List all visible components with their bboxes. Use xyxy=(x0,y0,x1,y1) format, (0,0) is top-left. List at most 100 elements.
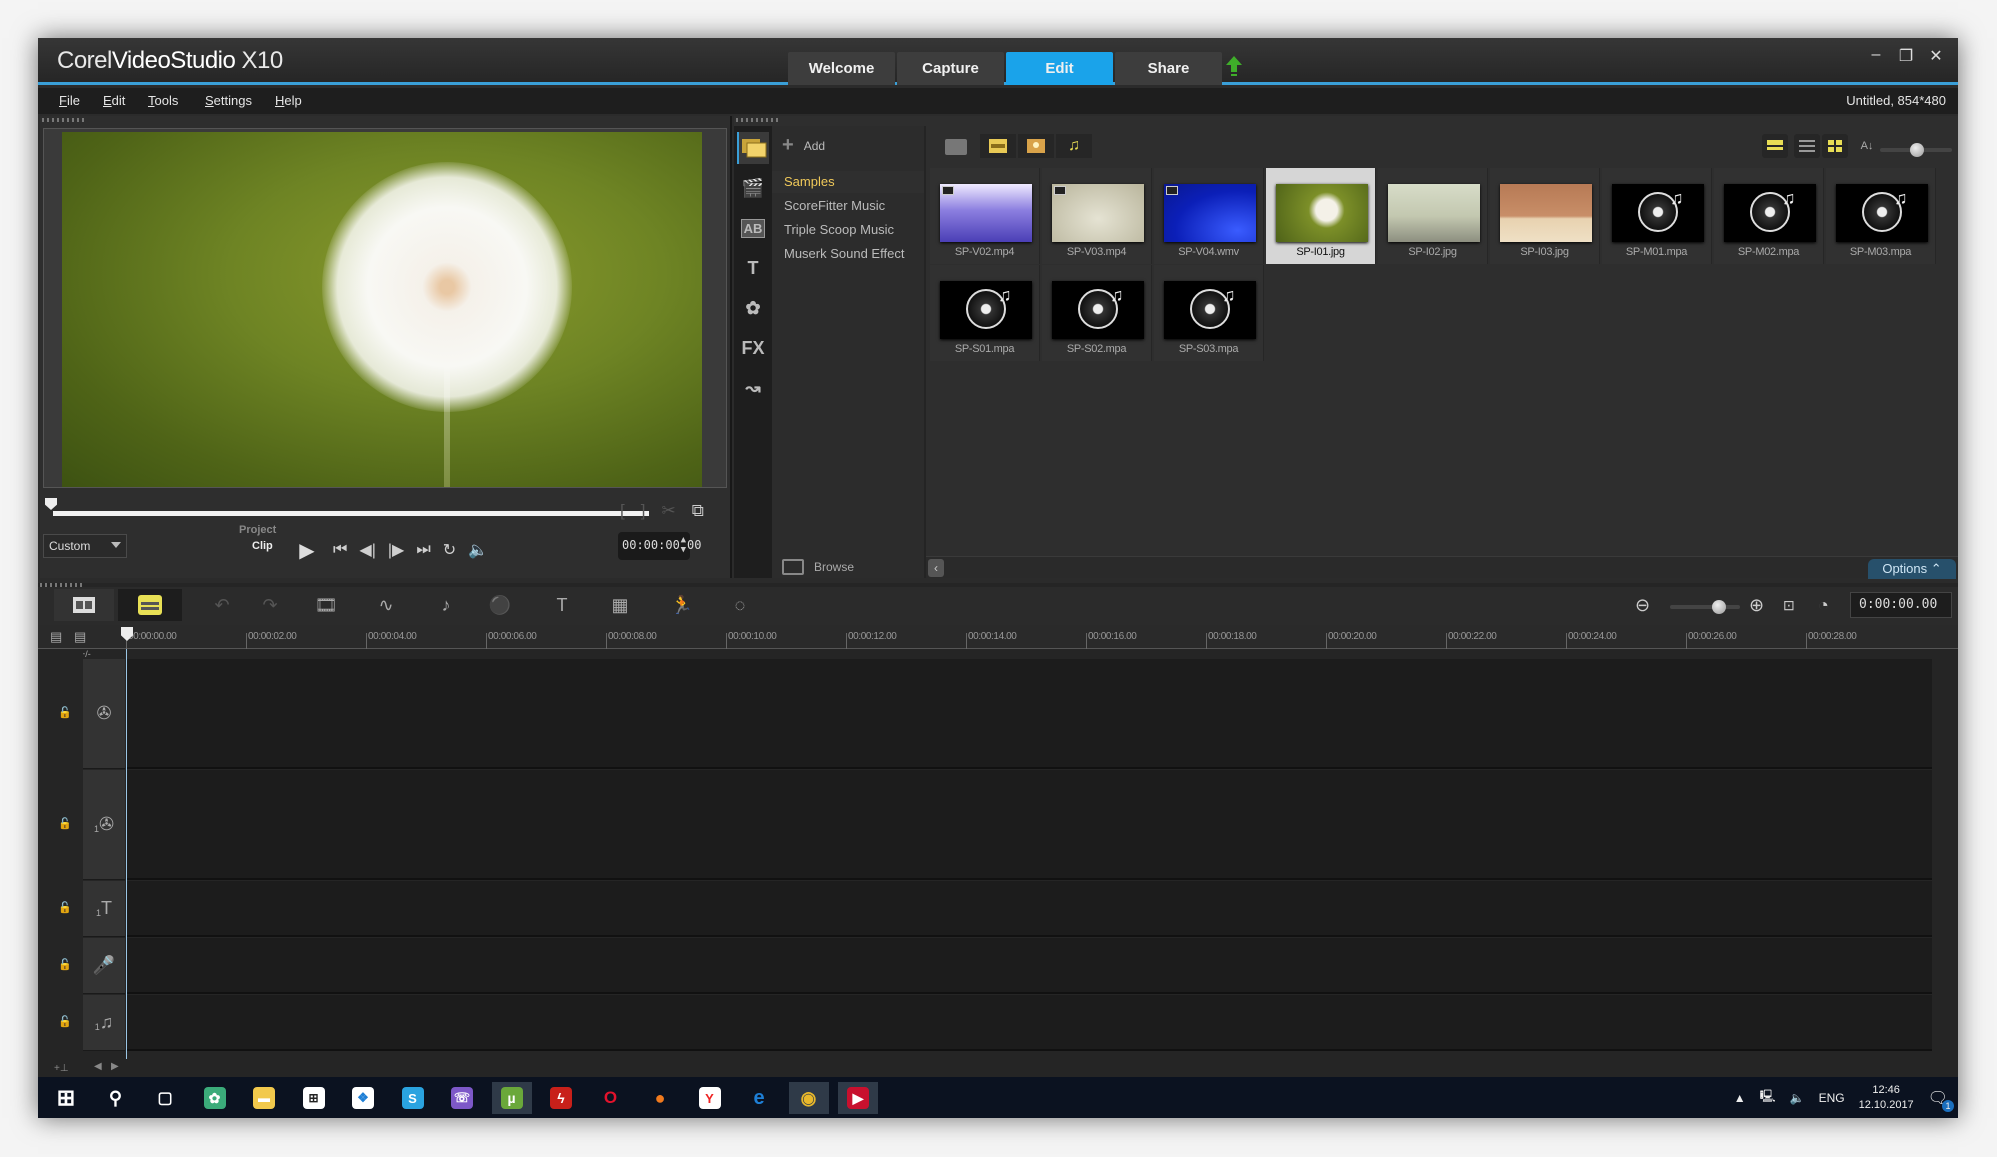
record-capture-icon[interactable]: 🎞 xyxy=(304,589,348,621)
timeline-zoom-slider[interactable] xyxy=(1670,600,1740,614)
folder-scorefitter-music[interactable]: ScoreFitter Music xyxy=(772,195,924,217)
menu-edit[interactable]: Edit xyxy=(103,93,125,108)
repeat-button[interactable]: ↻ xyxy=(443,540,456,560)
taskbar-skype[interactable]: S xyxy=(393,1082,433,1114)
library-item[interactable]: SP-I02.jpg xyxy=(1378,168,1488,264)
preview-mode-select[interactable]: Custom xyxy=(43,534,127,558)
mark-in-icon[interactable]: [ xyxy=(620,501,625,521)
title-track-header[interactable]: 1T xyxy=(83,881,125,937)
project-mode-label[interactable]: Project xyxy=(239,524,276,536)
list-view-button[interactable] xyxy=(1794,134,1820,158)
taskbar-clock[interactable]: 12:46 12.10.2017 xyxy=(1859,1083,1914,1113)
action-center-icon[interactable]: 🗨 1 xyxy=(1928,1088,1954,1112)
voice-track-header[interactable]: 🎤 xyxy=(83,938,125,994)
menu-settings[interactable]: Settings xyxy=(205,93,252,108)
overlay-track[interactable] xyxy=(126,770,1932,880)
overlay-track-header[interactable]: 1 ✇ xyxy=(83,770,125,880)
library-item[interactable]: SP-V04.wmv xyxy=(1154,168,1264,264)
options-button[interactable]: Options ⌃ xyxy=(1868,559,1956,579)
media-category-icon[interactable] xyxy=(737,132,769,164)
browse-button[interactable]: Browse xyxy=(782,559,854,575)
taskbar-yandex[interactable]: Y xyxy=(690,1082,730,1114)
mask-creator-icon[interactable]: ◌ xyxy=(718,589,762,621)
multi-camera-icon[interactable]: ▦ xyxy=(598,589,642,621)
mark-out-icon[interactable]: ] xyxy=(641,501,646,521)
taskbar-edge[interactable]: e xyxy=(739,1082,779,1114)
previous-frame-button[interactable]: ◀| xyxy=(359,540,375,560)
taskbar-viber[interactable]: ☏ xyxy=(442,1082,482,1114)
slider-knob[interactable] xyxy=(1910,143,1924,157)
folder-muserk-sound-effect[interactable]: Muserk Sound Effect xyxy=(772,243,924,265)
thumbnail-view-button[interactable] xyxy=(1822,134,1848,158)
show-videos-button[interactable] xyxy=(980,134,1016,158)
panel-grip[interactable] xyxy=(42,118,86,122)
timeline-timecode[interactable]: 0:00:00.00 xyxy=(1850,592,1952,618)
redo-button[interactable]: ↷ xyxy=(248,589,292,621)
taskbar-videostudio[interactable]: ▶ xyxy=(838,1082,878,1114)
library-item[interactable]: ♫ SP-S02.mpa xyxy=(1042,265,1152,361)
taskbar-firefox[interactable]: ● xyxy=(640,1082,680,1114)
play-button[interactable]: ▶ xyxy=(293,537,321,563)
tab-share[interactable]: Share xyxy=(1115,52,1222,85)
enlarge-preview-icon[interactable]: ⧉ xyxy=(692,501,704,521)
subtitle-editor-icon[interactable]: T xyxy=(540,589,584,621)
storyboard-view-button[interactable] xyxy=(54,589,114,621)
show-photos-button[interactable] xyxy=(1018,134,1054,158)
taskbar-opera[interactable]: O xyxy=(591,1082,631,1114)
tab-welcome[interactable]: Welcome xyxy=(788,52,895,85)
close-button[interactable]: ✕ xyxy=(1928,46,1944,66)
playhead-line[interactable] xyxy=(126,649,127,1059)
track-lock-icon[interactable]: 🔓 xyxy=(58,958,72,971)
minimize-button[interactable]: – xyxy=(1868,46,1884,66)
graphic-icon[interactable]: ✿ xyxy=(737,292,769,324)
title-track[interactable] xyxy=(126,881,1932,937)
scroll-left-icon[interactable]: ◀ xyxy=(94,1061,102,1072)
auto-music-icon[interactable]: ♪ xyxy=(424,589,468,621)
panel-grip[interactable] xyxy=(736,118,780,122)
taskbar-start[interactable]: ⊞ xyxy=(46,1082,86,1114)
track-lock-icon[interactable]: 🔓 xyxy=(58,1015,72,1028)
home-button[interactable]: ⏮ xyxy=(333,541,347,559)
scrubber-bar[interactable] xyxy=(53,511,649,516)
instant-project-icon[interactable]: 🎬 xyxy=(737,172,769,204)
taskbar-file-explorer[interactable]: ▬ xyxy=(244,1082,284,1114)
music-track-header[interactable]: 1 ♫ xyxy=(83,995,125,1051)
sort-az-icon[interactable]: A↓ xyxy=(1854,134,1880,158)
taskbar-app-green[interactable]: ✿ xyxy=(195,1082,235,1114)
sound-mixer-icon[interactable]: ∿ xyxy=(364,589,408,621)
tab-capture[interactable]: Capture xyxy=(897,52,1004,85)
chapter-cue-icon[interactable]: ▤ xyxy=(74,629,86,645)
taskbar-task-view[interactable]: ▢ xyxy=(145,1082,185,1114)
zoom-out-icon[interactable]: ⊖ xyxy=(1635,595,1650,616)
taskbar-dropbox[interactable]: ❖ xyxy=(343,1082,383,1114)
track-manager-icon[interactable]: ▤ xyxy=(50,629,62,645)
track-lock-icon[interactable]: 🔓 xyxy=(58,817,72,830)
filter-fx-icon[interactable]: FX xyxy=(737,332,769,364)
thumbnail-size-slider[interactable] xyxy=(1880,143,1952,157)
timecode-spinner-icon[interactable]: ▲ ▼ xyxy=(681,535,686,555)
timeline-ruler[interactable]: ▤ ▤ 00:00:00.00 00:00:02.00 00:00:04.00 00:… xyxy=(38,625,1958,649)
show-hidden-icons[interactable]: ▲ xyxy=(1734,1091,1746,1105)
volume-button[interactable]: 🔈 xyxy=(468,540,488,560)
show-audio-button[interactable]: ♫ xyxy=(1056,134,1092,158)
preview-timecode[interactable]: 00:00:00.00 ▲ ▼ xyxy=(618,532,701,560)
upload-arrow-icon[interactable] xyxy=(1226,56,1242,78)
scrubber-handle[interactable] xyxy=(45,498,57,510)
add-folder-button[interactable]: + Add xyxy=(782,134,825,157)
zoom-in-icon[interactable]: ⊕ xyxy=(1749,595,1764,616)
taskbar-utorrent[interactable]: µ xyxy=(491,1082,532,1114)
split-clip-icon[interactable]: ✂ xyxy=(661,501,675,521)
track-lock-icon[interactable]: 🔓 xyxy=(58,901,72,914)
scroll-right-icon[interactable]: ▶ xyxy=(111,1061,119,1072)
taskbar-search[interactable]: ⚲ xyxy=(96,1082,136,1114)
library-item[interactable]: SP-V03.mp4 xyxy=(1042,168,1152,264)
folder-icon[interactable] xyxy=(945,139,967,155)
input-language[interactable]: ENG xyxy=(1819,1091,1845,1105)
library-item[interactable]: ♫ SP-M01.mpa xyxy=(1602,168,1712,264)
next-frame-button[interactable]: |▶ xyxy=(388,540,404,560)
title-icon[interactable]: T xyxy=(737,252,769,284)
library-item[interactable]: ♫ SP-S03.mpa xyxy=(1154,265,1264,361)
end-button[interactable]: ⏭ xyxy=(416,541,430,559)
menu-help[interactable]: Help xyxy=(275,93,302,108)
network-icon[interactable]: 🖳 xyxy=(1760,1087,1776,1108)
